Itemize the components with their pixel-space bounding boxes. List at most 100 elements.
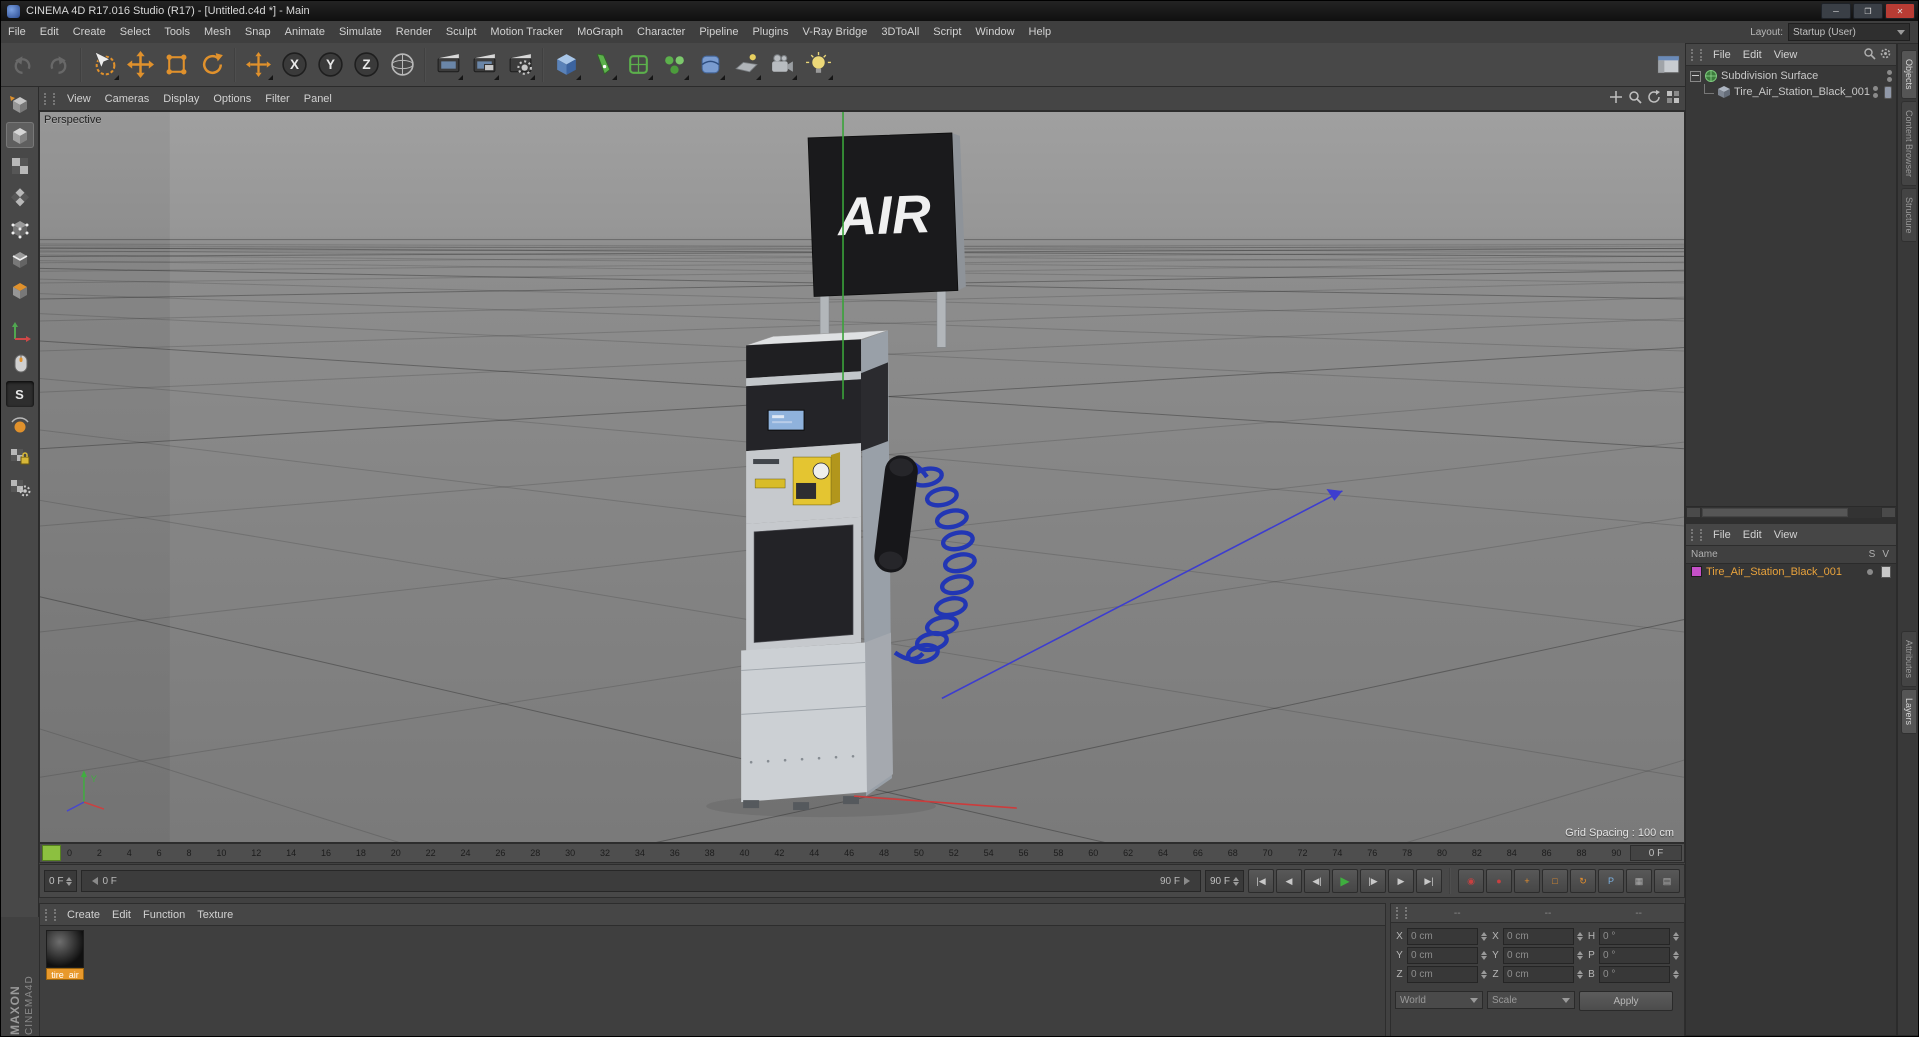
record-rotation-button[interactable]: ↻ — [1570, 869, 1596, 893]
uv-mode-button[interactable] — [6, 184, 34, 210]
toggle-views-icon[interactable] — [1665, 89, 1681, 108]
menu-3dtoall[interactable]: 3DToAll — [874, 26, 926, 38]
menu-motion-tracker[interactable]: Motion Tracker — [483, 26, 570, 38]
texture-mode-button[interactable] — [6, 153, 34, 179]
layer-panel-menu-view[interactable]: View — [1768, 529, 1804, 541]
object-manager-menu-file[interactable]: File — [1707, 49, 1737, 61]
scrollbar-thumb[interactable] — [1702, 508, 1848, 517]
tweak-mode-button[interactable] — [6, 350, 34, 376]
menu-v-ray-bridge[interactable]: V-Ray Bridge — [796, 26, 875, 38]
expand-toggle-icon[interactable] — [1690, 70, 1701, 82]
size-z-field[interactable]: 0 cm — [1503, 966, 1574, 983]
undo-button[interactable] — [5, 48, 39, 82]
panel-grip[interactable] — [44, 92, 55, 105]
goto-end-button[interactable]: ▶| — [1416, 869, 1442, 893]
menu-edit[interactable]: Edit — [33, 26, 66, 38]
recent-tool-button[interactable] — [241, 48, 275, 82]
end-frame-field[interactable]: 90 F — [1204, 870, 1244, 892]
layer-color-swatch[interactable] — [1691, 566, 1702, 577]
menu-mesh[interactable]: Mesh — [197, 26, 238, 38]
viewport-menu-display[interactable]: Display — [156, 93, 206, 105]
layer-panel-menu-edit[interactable]: Edit — [1737, 529, 1768, 541]
spline-pen-button[interactable] — [585, 48, 619, 82]
timeline-ruler[interactable]: 0 2 4 6 8 10 12 14 16 18 20 22 24 26 28 30 32 34 36 38 40 42 4… — [39, 843, 1685, 863]
menu-pipeline[interactable]: Pipeline — [692, 26, 745, 38]
rot-h-field[interactable]: 0 ° — [1599, 928, 1670, 945]
object-name[interactable]: Subdivision Surface — [1721, 70, 1818, 82]
menu-mograph[interactable]: MoGraph — [570, 26, 630, 38]
material-name[interactable]: tire_air — [46, 968, 84, 980]
menu-create[interactable]: Create — [66, 26, 113, 38]
materials-menu-create[interactable]: Create — [61, 909, 106, 921]
rot-b-field[interactable]: 0 ° — [1599, 966, 1670, 983]
record-scale-button[interactable]: □ — [1542, 869, 1568, 893]
layout-switch-button[interactable] — [1651, 48, 1685, 82]
panel-grip[interactable] — [1396, 907, 1407, 919]
object-manager-menu-edit[interactable]: Edit — [1737, 49, 1768, 61]
object-name[interactable]: Tire_Air_Station_Black_001 — [1734, 86, 1870, 98]
maximize-button[interactable]: ❐ — [1853, 3, 1883, 19]
menu-window[interactable]: Window — [968, 26, 1021, 38]
current-frame-marker[interactable] — [42, 845, 61, 861]
right-tab-content-browser[interactable]: Content Browser — [1901, 100, 1916, 186]
viewport-menu-filter[interactable]: Filter — [258, 93, 296, 105]
object-row-tire-air-station[interactable]: Tire_Air_Station_Black_001 — [1686, 84, 1896, 100]
zoom-view-icon[interactable] — [1627, 89, 1643, 108]
viewport-camera-label[interactable]: Perspective — [44, 114, 101, 126]
scale-tool-button[interactable] — [159, 48, 193, 82]
materials-menu-texture[interactable]: Texture — [191, 909, 239, 921]
light-button[interactable] — [801, 48, 835, 82]
viewport-menu-options[interactable]: Options — [206, 93, 258, 105]
axis-mode-button[interactable] — [6, 319, 34, 345]
quantize-button[interactable] — [6, 412, 34, 438]
coord-mode-select[interactable]: World — [1395, 991, 1483, 1009]
next-key-button[interactable]: ▶ — [1388, 869, 1414, 893]
rotate-tool-button[interactable] — [195, 48, 229, 82]
layer-row[interactable]: Tire_Air_Station_Black_001 — [1686, 564, 1896, 579]
menu-simulate[interactable]: Simulate — [332, 26, 389, 38]
viewport-canvas[interactable]: AIR Y — [40, 112, 1684, 842]
model-mode-button[interactable] — [5, 122, 34, 148]
end-frame-spinner[interactable] — [1233, 874, 1239, 889]
frame-range-slider[interactable]: 0 F 90 F — [81, 870, 1201, 892]
record-pla-button[interactable]: ▦ — [1626, 869, 1652, 893]
live-selection-button[interactable] — [87, 48, 121, 82]
pos-x-spinner[interactable] — [1481, 929, 1487, 944]
polygons-mode-button[interactable] — [6, 277, 34, 303]
right-tab-attributes[interactable]: Attributes — [1901, 631, 1916, 688]
menu-character[interactable]: Character — [630, 26, 692, 38]
edges-mode-button[interactable] — [6, 246, 34, 272]
material-item[interactable]: tire_air — [46, 930, 84, 980]
rot-p-field[interactable]: 0 ° — [1599, 947, 1670, 964]
deformer-button[interactable] — [693, 48, 727, 82]
array-generator-button[interactable] — [657, 48, 691, 82]
viewport-menu-panel[interactable]: Panel — [297, 93, 339, 105]
camera-button[interactable] — [765, 48, 799, 82]
record-parameter-button[interactable]: P — [1598, 869, 1624, 893]
layout-select[interactable]: Startup (User) — [1788, 23, 1910, 41]
pos-z-spinner[interactable] — [1481, 967, 1487, 982]
coordinate-system-button[interactable] — [385, 48, 419, 82]
prev-frame-button[interactable]: ◀| — [1304, 869, 1330, 893]
scroll-left-icon[interactable] — [1686, 507, 1701, 518]
primitive-cube-button[interactable] — [549, 48, 583, 82]
solo-toggle[interactable] — [1867, 568, 1873, 575]
apply-button[interactable]: Apply — [1579, 991, 1673, 1011]
next-frame-button[interactable]: |▶ — [1360, 869, 1386, 893]
panel-grip[interactable] — [45, 908, 56, 921]
menu-render[interactable]: Render — [389, 26, 439, 38]
size-y-field[interactable]: 0 cm — [1503, 947, 1574, 964]
menu-animate[interactable]: Animate — [278, 26, 332, 38]
z-axis-lock-button[interactable]: Z — [349, 48, 383, 82]
coord-scale-select[interactable]: Scale — [1487, 991, 1575, 1009]
play-button[interactable]: ▶ — [1332, 869, 1358, 893]
goto-start-button[interactable]: |◀ — [1248, 869, 1274, 893]
materials-menu-edit[interactable]: Edit — [106, 909, 137, 921]
viewport[interactable]: AIR Y Perspective Grid Spacing: 100 cm — [39, 111, 1685, 843]
close-button[interactable]: ✕ — [1885, 3, 1915, 19]
search-icon[interactable] — [1863, 47, 1876, 63]
render-picture-viewer-button[interactable] — [467, 48, 501, 82]
size-z-spinner[interactable] — [1577, 967, 1583, 982]
phong-tag-icon[interactable] — [1883, 85, 1892, 99]
menu-plugins[interactable]: Plugins — [745, 26, 795, 38]
